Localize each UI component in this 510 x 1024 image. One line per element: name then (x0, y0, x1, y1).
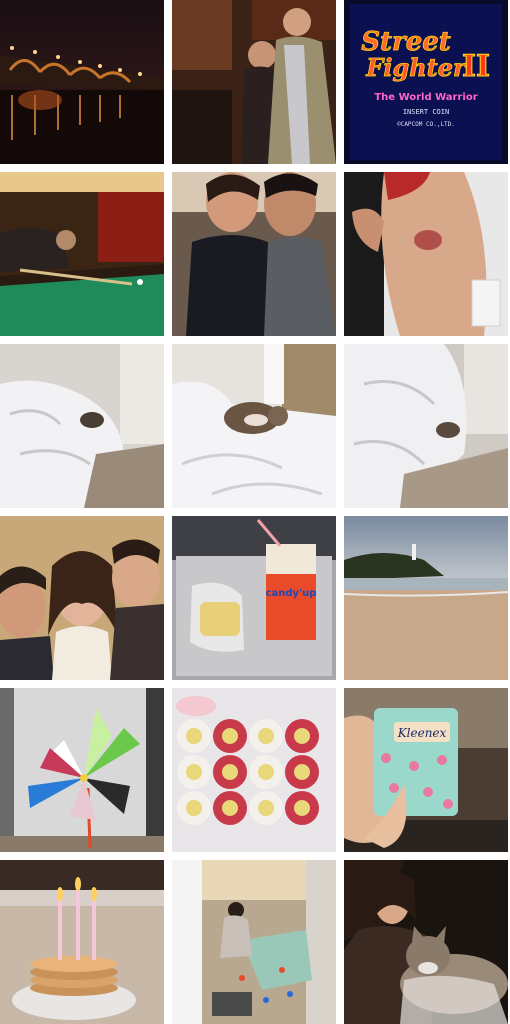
photo-grid: Street Fighter II The World Warrior INSE… (0, 0, 510, 1024)
photo-paper-pinwheel[interactable] (0, 688, 164, 852)
photo-arm-bruise[interactable] (344, 172, 508, 336)
photo-beach-lighthouse[interactable] (344, 516, 508, 680)
sushi-filling (294, 800, 310, 816)
sushi-filling (222, 728, 238, 744)
sf-title-fighter: Fighter (365, 53, 468, 82)
photo-woman-with-cat[interactable] (344, 860, 508, 1024)
photo-couple-selfie[interactable] (172, 172, 336, 336)
sushi-filling (294, 764, 310, 780)
juice-box-label: candy'up (266, 588, 317, 599)
sushi-filling (222, 764, 238, 780)
photo-bed-cat-2[interactable] (172, 344, 336, 508)
sushi-filling (186, 800, 202, 816)
photo-arcade-players[interactable] (172, 0, 336, 164)
sf-copyright: ©CAPCOM CO.,LTD. (397, 121, 455, 128)
sushi-filling (222, 800, 238, 816)
sushi-filling (186, 764, 202, 780)
photo-kleenex-pack[interactable]: Kleenex (344, 688, 508, 852)
sf-title-numeral: II (462, 49, 490, 84)
photo-pool-table[interactable] (0, 172, 164, 336)
sushi-filling (186, 728, 202, 744)
photo-bed-cat-3[interactable] (344, 344, 508, 508)
sushi-filling (294, 728, 310, 744)
photo-street-fighter-screen[interactable]: Street Fighter II The World Warrior INSE… (344, 0, 508, 164)
photo-bed-cat-1[interactable] (0, 344, 164, 508)
photo-snack-juice[interactable]: candy'up (172, 516, 336, 680)
sf-insert-coin: INSERT COIN (403, 108, 449, 116)
photo-kids-playroom[interactable] (172, 860, 336, 1024)
sf-subtitle: The World Warrior (374, 92, 477, 103)
kleenex-brand: Kleenex (397, 726, 447, 740)
sushi-filling (258, 800, 274, 816)
photo-birthday-pancakes[interactable] (0, 860, 164, 1024)
sushi-filling (258, 728, 274, 744)
photo-night-bridge[interactable] (0, 0, 164, 164)
photo-funny-faces[interactable] (0, 516, 164, 680)
sushi-filling (258, 764, 274, 780)
photo-sushi-rolls[interactable] (172, 688, 336, 852)
